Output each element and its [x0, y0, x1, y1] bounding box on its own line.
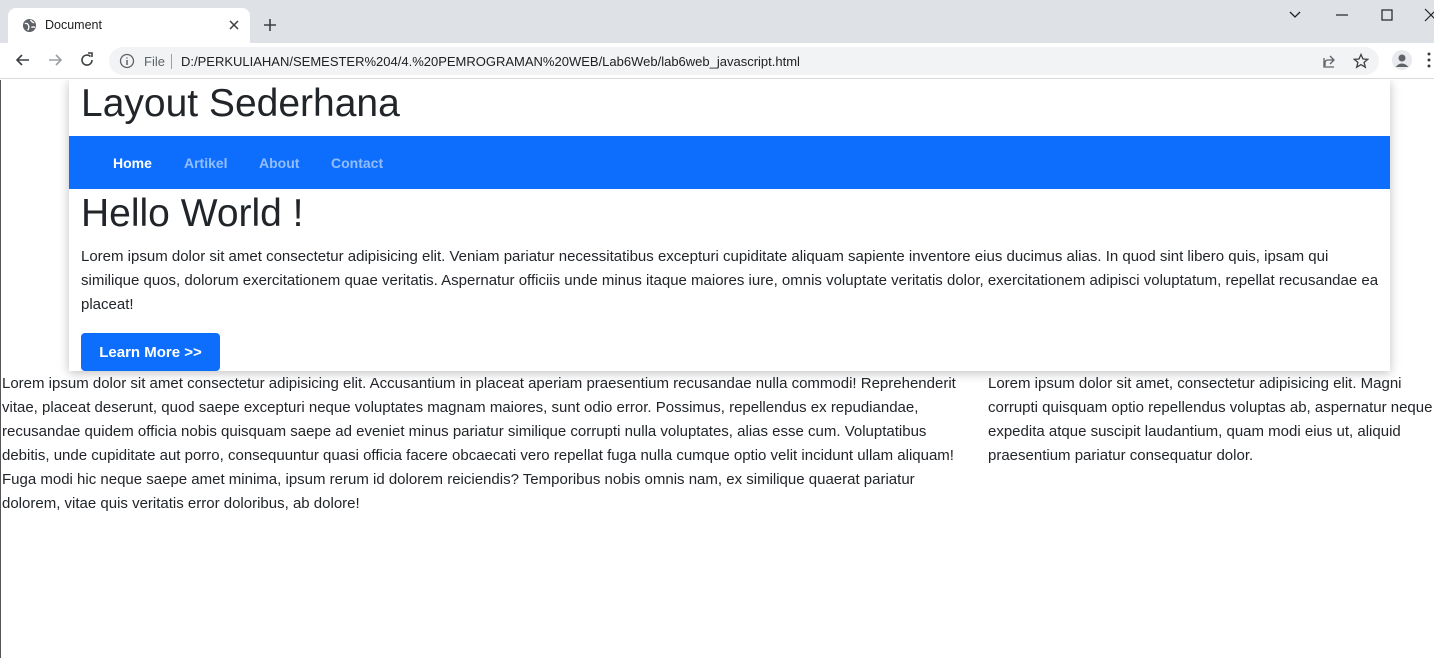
menu-icon[interactable] [1426, 52, 1432, 68]
tab-title: Document [45, 18, 102, 32]
avatar-silhouette-icon [1395, 54, 1409, 67]
tab-strip: Document [0, 0, 1434, 43]
side-article-text: Lorem ipsum dolor sit amet, consectetur … [988, 375, 1433, 464]
share-icon[interactable] [1321, 53, 1337, 69]
maximize-icon[interactable] [1380, 8, 1394, 22]
browser-tab[interactable]: Document [8, 8, 250, 43]
reload-icon[interactable] [78, 51, 96, 69]
profile-icon[interactable] [1392, 50, 1412, 70]
hero-title: Hello World ! [81, 192, 304, 235]
file-label: File [144, 54, 165, 69]
page-viewport: Layout Sederhana Home Artikel About Cont… [0, 80, 1434, 658]
main-article-text: Lorem ipsum dolor sit amet consectetur a… [2, 375, 956, 512]
close-window-icon[interactable] [1424, 8, 1434, 22]
url-separator [171, 54, 172, 69]
minimize-icon[interactable] [1335, 8, 1349, 22]
navbar: Home Artikel About Contact [69, 136, 1390, 189]
chevron-down-icon[interactable] [1288, 8, 1302, 22]
page-container: Layout Sederhana Home Artikel About Cont… [69, 80, 1390, 371]
nav-link-home[interactable]: Home [113, 155, 152, 171]
forward-icon[interactable] [46, 51, 64, 69]
site-title: Layout Sederhana [81, 82, 400, 125]
close-icon[interactable] [226, 17, 242, 33]
star-icon[interactable] [1353, 53, 1369, 69]
nav-link-about[interactable]: About [259, 155, 299, 171]
url-text[interactable]: D:/PERKULIAHAN/SEMESTER%204/4.%20PEMROGR… [181, 54, 800, 69]
hero-text: Lorem ipsum dolor sit amet consectetur a… [81, 248, 1379, 313]
info-icon[interactable] [119, 53, 135, 69]
learn-more-button[interactable]: Learn More >> [81, 333, 220, 371]
nav-link-artikel[interactable]: Artikel [184, 155, 228, 171]
plus-icon[interactable] [262, 17, 278, 33]
globe-icon [22, 18, 37, 33]
nav-link-contact[interactable]: Contact [331, 155, 383, 171]
back-icon[interactable] [14, 51, 32, 69]
browser-toolbar: File D:/PERKULIAHAN/SEMESTER%204/4.%20PE… [0, 43, 1434, 79]
address-bar[interactable]: File D:/PERKULIAHAN/SEMESTER%204/4.%20PE… [109, 47, 1379, 75]
